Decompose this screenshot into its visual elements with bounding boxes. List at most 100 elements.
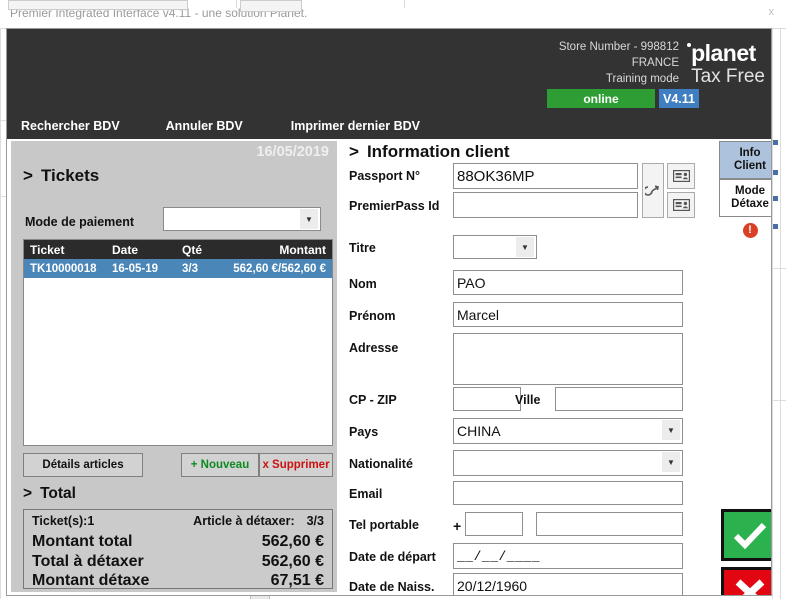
store-number: Store Number - 998812 bbox=[559, 39, 679, 55]
total-section-title: >Total bbox=[23, 485, 76, 503]
montant-total-label: Montant total bbox=[32, 533, 132, 551]
table-header-row: Ticket Date Qté Montant bbox=[24, 240, 332, 259]
application-window: Store Number - 998812 FRANCE Training mo… bbox=[6, 28, 772, 596]
tab-mode-detaxe-line2: Détaxe bbox=[731, 198, 769, 211]
bg-divider-right bbox=[772, 28, 773, 599]
total-summary: Ticket(s): 1 Article à détaxer: 3/3 Mont… bbox=[23, 509, 333, 589]
delete-ticket-button[interactable]: x Supprimer bbox=[259, 453, 333, 477]
checkmark-icon bbox=[732, 520, 768, 550]
read-id-card-button-2[interactable] bbox=[667, 192, 695, 218]
total-counts-row: Ticket(s): 1 Article à détaxer: 3/3 bbox=[32, 514, 324, 528]
client-section-title: >Information client bbox=[349, 142, 510, 162]
column-header-date: Date bbox=[112, 243, 182, 257]
menu-item-imprimer-dernier-bdv[interactable]: Imprimer dernier BDV bbox=[291, 119, 420, 133]
chevron-down-icon[interactable]: ▼ bbox=[662, 452, 680, 472]
cp-zip-input[interactable] bbox=[453, 387, 521, 411]
table-row[interactable]: TK10000018 16-05-19 3/3 562,60 €/562,60 … bbox=[24, 259, 332, 278]
tickets-count-value: 1 bbox=[87, 514, 94, 528]
new-ticket-button[interactable]: + Nouveau bbox=[181, 453, 259, 477]
training-mode-label: Training mode bbox=[559, 71, 679, 87]
ville-input[interactable] bbox=[555, 387, 683, 411]
articles-value: 3/3 bbox=[307, 514, 324, 528]
menu-item-annuler-bdv[interactable]: Annuler BDV bbox=[166, 119, 243, 133]
tab-mode-detaxe[interactable]: Mode Détaxe bbox=[719, 179, 772, 217]
bg-marker-3 bbox=[773, 196, 778, 201]
total-row-montant-detaxe: Montant détaxe 67,51 € bbox=[32, 572, 324, 590]
tickets-title-text: Tickets bbox=[41, 166, 99, 185]
app-header: Store Number - 998812 FRANCE Training mo… bbox=[7, 29, 771, 139]
column-header-qte: Qté bbox=[182, 243, 230, 257]
total-detaxer-value: 562,60 € bbox=[262, 553, 324, 571]
tel-country-code-input[interactable] bbox=[465, 512, 523, 536]
bg-line-3 bbox=[772, 268, 786, 269]
menu-item-rechercher-bdv[interactable]: Rechercher BDV bbox=[21, 119, 120, 133]
tickets-section-title: >Tickets bbox=[23, 166, 99, 186]
montant-total-value: 562,60 € bbox=[262, 533, 324, 551]
bg-marker-2 bbox=[773, 170, 778, 175]
tel-number-input[interactable] bbox=[536, 512, 683, 536]
passport-label: Passport N° bbox=[349, 169, 420, 183]
titre-label: Titre bbox=[349, 241, 376, 255]
scan-cursor-icon bbox=[645, 183, 661, 199]
nom-input[interactable]: PAO bbox=[453, 270, 683, 295]
cell-date: 16-05-19 bbox=[112, 263, 182, 275]
chevron-down-icon[interactable]: ▼ bbox=[516, 237, 534, 257]
passport-input[interactable]: 88OK36MP bbox=[453, 163, 638, 189]
nom-label: Nom bbox=[349, 277, 377, 291]
pays-value: CHINA bbox=[457, 423, 501, 439]
logo-subtitle: Tax Free bbox=[687, 66, 765, 88]
planet-logo: planet Tax Free bbox=[687, 41, 765, 88]
adresse-textarea[interactable] bbox=[453, 333, 683, 385]
bg-divider-b bbox=[404, 0, 405, 8]
titre-select[interactable]: ▼ bbox=[453, 235, 537, 259]
tickets-count-label: Ticket(s): bbox=[32, 514, 87, 528]
close-icon[interactable]: x bbox=[769, 6, 775, 18]
column-header-montant: Montant bbox=[230, 243, 332, 257]
email-label: Email bbox=[349, 487, 382, 501]
bg-strip-a bbox=[8, 0, 188, 10]
scan-passport-button[interactable] bbox=[642, 163, 664, 218]
tickets-actions: Détails articles + Nouveau x Supprimer bbox=[23, 453, 333, 477]
cancel-button[interactable] bbox=[721, 567, 772, 596]
app-body: 16/05/2019 >Tickets Mode de paiement ▼ T… bbox=[7, 139, 771, 595]
date-naissance-input[interactable]: 20/12/1960 bbox=[453, 573, 683, 596]
montant-detaxe-label: Montant détaxe bbox=[32, 572, 149, 590]
email-input[interactable] bbox=[453, 481, 683, 505]
store-country: FRANCE bbox=[559, 55, 679, 71]
client-title-text: Information client bbox=[367, 142, 510, 161]
read-id-card-button-1[interactable] bbox=[667, 163, 695, 189]
chevron-down-icon[interactable]: ▼ bbox=[300, 209, 318, 229]
status-badge: online bbox=[547, 89, 655, 108]
total-detaxer-label: Total à détaxer bbox=[32, 553, 144, 571]
current-date: 16/05/2019 bbox=[256, 144, 329, 160]
date-naissance-label: Date de Naiss. bbox=[349, 580, 434, 594]
tab-info-client[interactable]: Info Client bbox=[719, 141, 772, 179]
prenom-label: Prénom bbox=[349, 309, 396, 323]
cell-qte: 3/3 bbox=[182, 263, 230, 275]
total-row-montant-total: Montant total 562,60 € bbox=[32, 533, 324, 551]
bg-strip-b bbox=[240, 0, 302, 12]
total-chevron-icon: > bbox=[23, 485, 32, 502]
confirm-button[interactable] bbox=[721, 509, 772, 561]
pays-label: Pays bbox=[349, 425, 378, 439]
bg-line-4 bbox=[772, 400, 786, 401]
logo-word-text: planet bbox=[691, 40, 756, 66]
tab-info-client-line1: Info bbox=[739, 147, 760, 160]
payment-mode-select[interactable]: ▼ bbox=[163, 207, 321, 231]
details-articles-button[interactable]: Détails articles bbox=[23, 453, 143, 477]
articles-label: Article à détaxer: bbox=[193, 514, 294, 528]
pays-select[interactable]: CHINA ▼ bbox=[453, 418, 683, 444]
id-card-icon bbox=[673, 199, 690, 211]
chevron-down-icon[interactable]: ▼ bbox=[662, 420, 680, 440]
payment-mode-label: Mode de paiement bbox=[25, 215, 134, 229]
bg-marker-4 bbox=[773, 224, 778, 229]
tickets-table[interactable]: Ticket Date Qté Montant TK10000018 16-05… bbox=[23, 239, 333, 446]
date-depart-input[interactable]: __/__/____ bbox=[453, 543, 683, 569]
store-info: Store Number - 998812 FRANCE Training mo… bbox=[559, 39, 679, 87]
premierpass-input[interactable] bbox=[453, 192, 638, 218]
close-x-icon bbox=[733, 578, 767, 596]
adresse-label: Adresse bbox=[349, 341, 398, 355]
nationalite-select[interactable]: ▼ bbox=[453, 450, 683, 476]
prenom-input[interactable]: Marcel bbox=[453, 302, 683, 327]
version-badge: V4.11 bbox=[659, 89, 699, 108]
